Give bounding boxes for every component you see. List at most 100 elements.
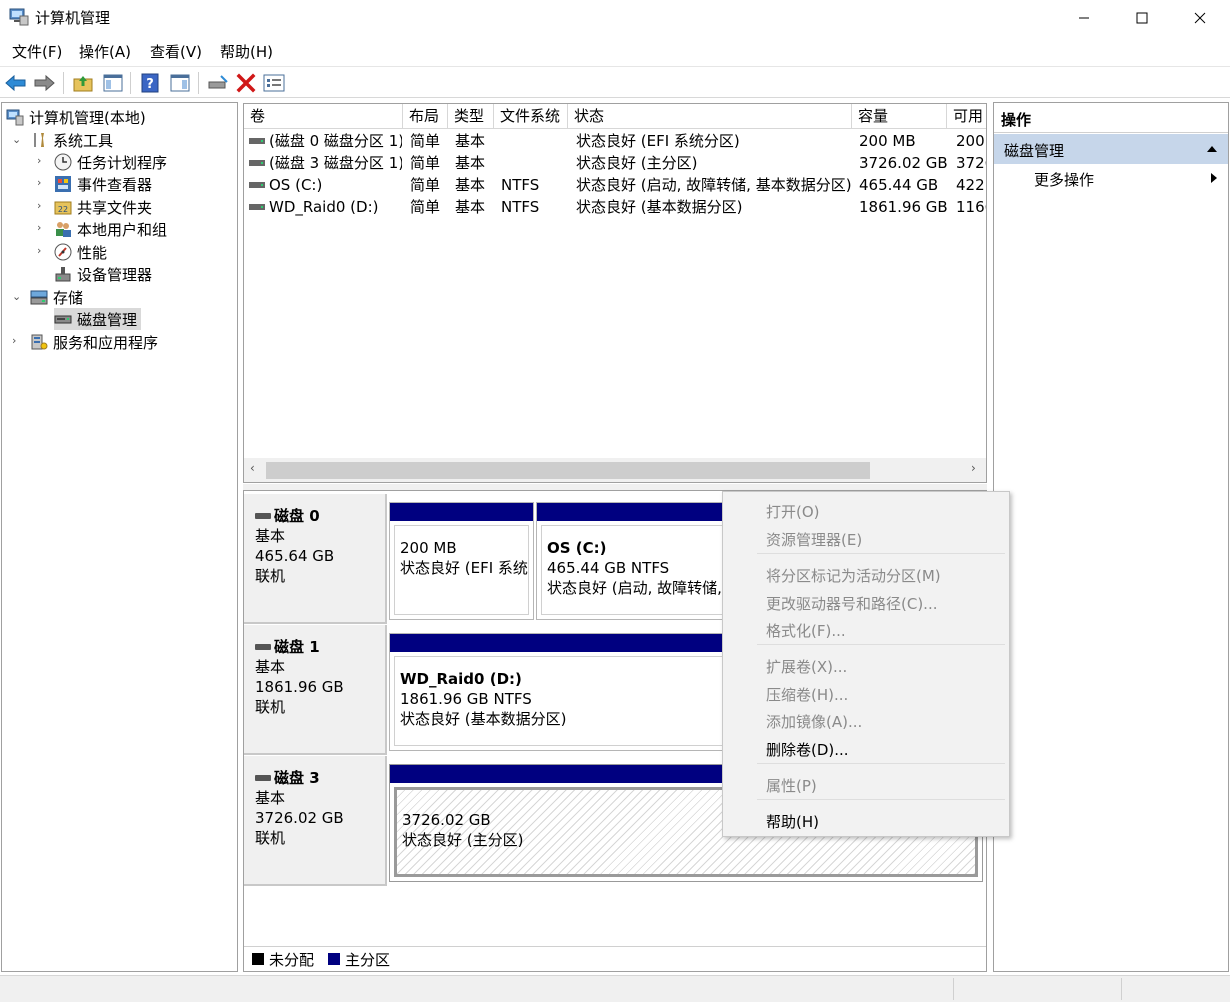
menu-action[interactable]: 操作(A)	[79, 41, 131, 62]
menu-view[interactable]: 查看(V)	[150, 41, 202, 62]
delete-x-icon	[236, 73, 256, 93]
tree-item-label: 磁盘管理	[77, 310, 138, 329]
forward-button[interactable]	[32, 71, 56, 95]
back-button[interactable]	[4, 71, 28, 95]
tree-item-task-scheduler[interactable]: 任务计划程序	[54, 151, 167, 173]
context-menu: 打开(O) 资源管理器(E) 将分区标记为活动分区(M) 更改驱动器号和路径(C…	[722, 491, 1010, 837]
table-row[interactable]: WD_Raid0 (D:) 简单 基本 NTFS 状态良好 (基本数据分区) 1…	[244, 196, 986, 218]
disk-size: 1861.96 GB	[255, 678, 344, 696]
column-header-layout[interactable]: 布局	[403, 104, 448, 129]
tree-item-shared-folders[interactable]: 22 共享文件夹	[54, 196, 152, 218]
close-button[interactable]	[1171, 0, 1229, 36]
tree-item-storage[interactable]: 存储	[30, 286, 83, 308]
column-header-volume[interactable]: 卷	[244, 104, 403, 129]
disk-icon	[255, 775, 271, 781]
scrollbar-thumb[interactable]	[266, 462, 870, 479]
partition-efi[interactable]: 200 MB 状态良好 (EFI 系统分	[389, 502, 534, 620]
tree-item-local-users-groups[interactable]: 本地用户和组	[54, 218, 167, 240]
tree-item-label: 系统工具	[53, 131, 114, 150]
ctx-add-mirror[interactable]: 添加镜像(A)...	[766, 711, 862, 732]
chevron-down-icon[interactable]: ⌄	[12, 134, 22, 145]
tree-item-disk-management[interactable]: 磁盘管理	[54, 308, 142, 330]
chevron-right-icon[interactable]: ›	[37, 222, 47, 233]
tree-item-device-manager[interactable]: 设备管理器	[54, 263, 152, 285]
ctx-delete-volume[interactable]: 删除卷(D)...	[766, 739, 849, 760]
actions-pane: 操作 磁盘管理 更多操作	[993, 102, 1229, 972]
maximize-button[interactable]	[1113, 0, 1171, 36]
tree-item-event-viewer[interactable]: 事件查看器	[54, 173, 152, 195]
cell-free: 422.9	[956, 176, 986, 194]
table-row[interactable]: OS (C:) 简单 基本 NTFS 状态良好 (启动, 故障转储, 基本数据分…	[244, 174, 986, 196]
title-bar: 计算机管理	[0, 0, 1230, 36]
cell-free: 1166	[956, 198, 986, 216]
partition-size: 200 MB	[400, 539, 457, 557]
minimize-button[interactable]	[1055, 0, 1113, 36]
window-title: 计算机管理	[35, 9, 111, 27]
column-header-type[interactable]: 类型	[448, 104, 494, 129]
cell-filesystem	[501, 130, 567, 152]
chevron-down-icon[interactable]: ⌄	[12, 291, 22, 302]
legend-unallocated: 未分配	[269, 950, 315, 969]
chevron-right-icon[interactable]: ›	[37, 245, 47, 256]
ctx-extend-volume[interactable]: 扩展卷(X)...	[766, 656, 847, 677]
disk-label[interactable]: 磁盘 3 基本 3726.02 GB 联机	[244, 756, 387, 886]
table-row[interactable]: (磁盘 0 磁盘分区 1) 简单 基本 状态良好 (EFI 系统分区) 200 …	[244, 130, 986, 152]
tree-item-label: 服务和应用程序	[53, 333, 159, 352]
tree-item-label: 存储	[53, 288, 84, 307]
horizontal-scrollbar[interactable]: ‹ ›	[244, 458, 986, 482]
column-header-capacity[interactable]: 容量	[852, 104, 947, 129]
tree-item-computer-management[interactable]: 计算机管理(本地)	[6, 106, 146, 128]
up-one-level-button[interactable]	[71, 71, 95, 95]
actions-section-disk-management[interactable]: 磁盘管理	[994, 134, 1228, 164]
column-header-free[interactable]: 可用	[947, 104, 986, 129]
menu-separator	[757, 553, 1005, 554]
ctx-help[interactable]: 帮助(H)	[766, 811, 819, 832]
disk-label[interactable]: 磁盘 0 基本 465.64 GB 联机	[244, 494, 387, 624]
show-hide-console-tree-button[interactable]	[101, 71, 125, 95]
help-button[interactable]: ?	[138, 71, 162, 95]
cell-filesystem: NTFS	[501, 198, 540, 216]
cell-free: 3726	[956, 154, 986, 172]
show-hide-action-pane-button[interactable]	[168, 71, 192, 95]
connect-button[interactable]	[206, 71, 230, 95]
table-row[interactable]: (磁盘 3 磁盘分区 1) 简单 基本 状态良好 (主分区) 3726.02 G…	[244, 152, 986, 174]
more-actions-link[interactable]: 更多操作	[1034, 169, 1094, 190]
column-header-status[interactable]: 状态	[568, 104, 852, 129]
cell-free: 200	[956, 132, 985, 150]
volume-icon	[249, 160, 265, 166]
cell-status: 状态良好 (基本数据分区)	[576, 198, 743, 216]
scroll-left-icon[interactable]: ‹	[250, 461, 255, 475]
menu-file[interactable]: 文件(F)	[12, 41, 62, 62]
tree-item-system-tools[interactable]: 系统工具	[30, 129, 113, 151]
partition-type-bar	[390, 503, 533, 521]
ctx-shrink-volume[interactable]: 压缩卷(H)...	[766, 684, 848, 705]
primary-partition-swatch	[328, 953, 341, 965]
ctx-properties[interactable]: 属性(P)	[766, 775, 817, 796]
collapse-up-icon[interactable]	[1206, 145, 1218, 153]
tree-item-performance[interactable]: 性能	[54, 241, 107, 263]
disk-type: 基本	[255, 658, 286, 676]
chevron-right-icon[interactable]: ›	[12, 335, 22, 346]
chevron-right-icon[interactable]: ›	[37, 177, 47, 188]
ctx-mark-active[interactable]: 将分区标记为活动分区(M)	[766, 565, 941, 586]
delete-button[interactable]	[234, 71, 258, 95]
volume-list: 卷 布局 类型 文件系统 状态 容量 可用 (磁盘 0 磁盘分区 1) 简单 基…	[243, 103, 987, 483]
chevron-right-icon[interactable]: ›	[37, 155, 47, 166]
tree-item-label: 事件查看器	[77, 175, 153, 194]
actions-section-label: 磁盘管理	[1004, 142, 1065, 160]
tree-item-services-applications[interactable]: 服务和应用程序	[30, 331, 158, 353]
ctx-change-drive-letter[interactable]: 更改驱动器号和路径(C)...	[766, 593, 937, 614]
chevron-right-icon[interactable]: ›	[37, 200, 47, 211]
column-header-filesystem[interactable]: 文件系统	[494, 104, 568, 129]
ctx-explorer[interactable]: 资源管理器(E)	[766, 529, 862, 550]
ctx-format[interactable]: 格式化(F)...	[766, 620, 846, 641]
scroll-right-icon[interactable]: ›	[971, 461, 976, 475]
properties-button[interactable]	[262, 71, 286, 95]
menu-help[interactable]: 帮助(H)	[220, 41, 273, 62]
computer-management-icon	[6, 109, 24, 126]
disk-status: 联机	[255, 829, 286, 847]
disk-label[interactable]: 磁盘 1 基本 1861.96 GB 联机	[244, 625, 387, 755]
ctx-open[interactable]: 打开(O)	[766, 501, 820, 522]
tree-item-label: 任务计划程序	[77, 153, 168, 172]
submenu-arrow-icon[interactable]	[1210, 172, 1218, 184]
